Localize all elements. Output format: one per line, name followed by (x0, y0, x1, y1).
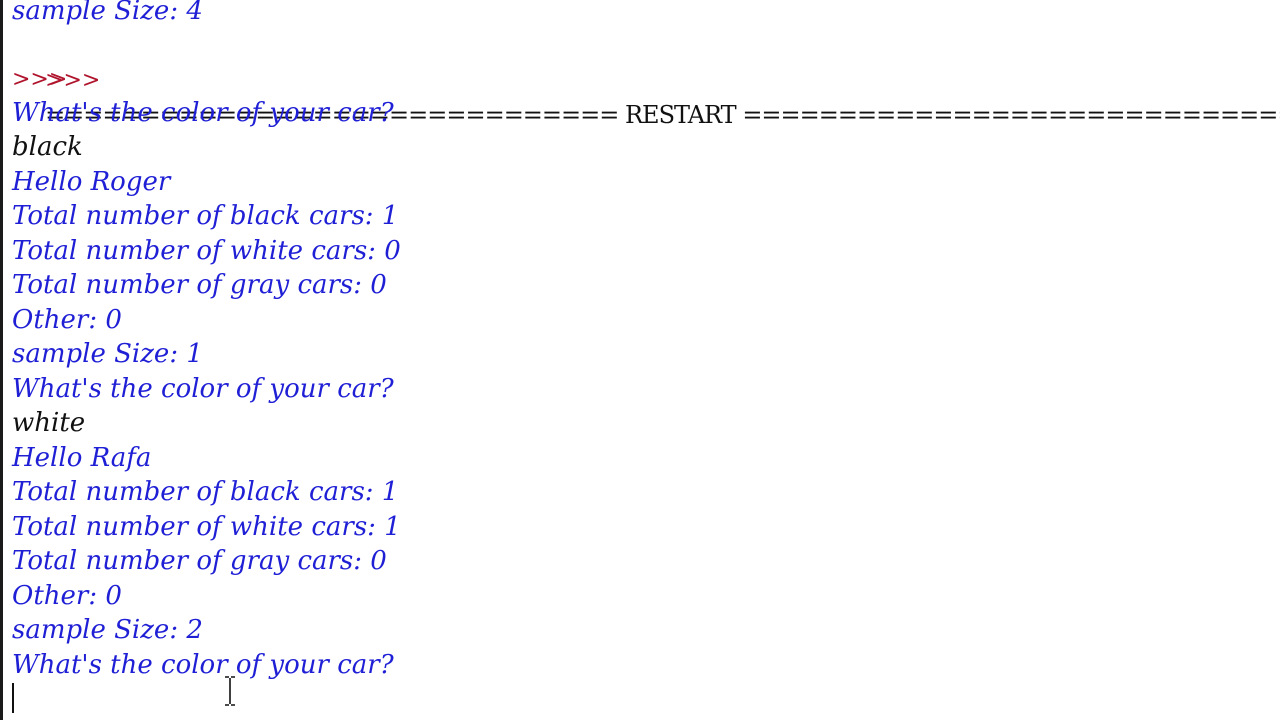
shell-output-line: sample Size: 1 (12, 339, 203, 369)
shell-output-line: Total number of white cars: 0 (12, 236, 401, 266)
shell-output-line: What's the color of your car? (12, 650, 394, 680)
restart-line: >>> ============================== RESTA… (12, 28, 1280, 129)
shell-output-line: Total number of gray cars: 0 (12, 270, 387, 300)
shell-output-line: Hello Roger (12, 167, 171, 197)
shell-output-line: Other: 0 (12, 581, 122, 611)
shell-input-line: black (12, 132, 83, 162)
shell-output-line: Hello Rafa (12, 443, 152, 473)
shell-output-line: Other: 0 (12, 305, 122, 335)
python-shell-window[interactable]: sample Size: 4 >>> =====================… (0, 0, 1280, 720)
shell-output-line: sample Size: 4 (12, 0, 203, 26)
window-left-border (0, 0, 3, 720)
shell-output-line: Total number of black cars: 1 (12, 477, 399, 507)
text-cursor-icon[interactable] (12, 683, 14, 713)
shell-output-line: What's the color of your car? (12, 374, 394, 404)
shell-output-line: What's the color of your car? (12, 98, 394, 128)
shell-output-line: sample Size: 2 (12, 615, 203, 645)
shell-output-line: Total number of black cars: 1 (12, 201, 399, 231)
shell-prompt: >>> (12, 67, 68, 92)
i-beam-icon (225, 676, 235, 706)
shell-input-line: white (12, 408, 86, 438)
shell-output-line: Total number of gray cars: 0 (12, 546, 387, 576)
shell-output-line: Total number of white cars: 1 (12, 512, 401, 542)
